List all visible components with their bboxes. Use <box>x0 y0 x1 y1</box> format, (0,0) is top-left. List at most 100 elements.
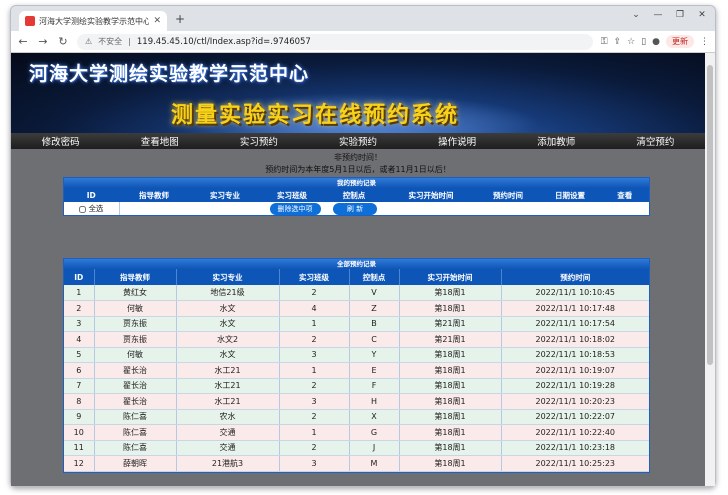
chevron-down-icon[interactable]: ⌄ <box>629 10 643 20</box>
table-cell: 交通 <box>176 440 280 456</box>
col-booking-time: 预约时间 <box>477 188 540 202</box>
col-booking-time: 预约时间 <box>560 272 591 282</box>
table-cell: E <box>349 362 400 379</box>
table-row: 1 黄红女 地信21级 2 V 第18周1 2022/11/1 10:10:45 <box>64 285 649 301</box>
table-cell: 9 <box>64 409 95 425</box>
nav-view-map[interactable]: 查看地图 <box>141 134 179 148</box>
col-start-time: 实习开始时间 <box>385 188 478 202</box>
back-icon[interactable]: ← <box>17 35 29 48</box>
table-cell: M <box>349 455 400 472</box>
sidebar-icon[interactable]: ▯ <box>641 37 646 47</box>
table-cell: 交通 <box>176 424 280 441</box>
page-scrollbar[interactable] <box>705 53 715 486</box>
table-cell: 2 <box>279 440 350 456</box>
table-cell: 翟长治 <box>94 362 177 379</box>
select-all-checkbox[interactable] <box>79 205 87 213</box>
table-cell: 贾东振 <box>94 316 177 332</box>
table-cell: 第21周1 <box>399 316 502 332</box>
forward-icon[interactable]: → <box>37 35 49 48</box>
table-cell: 21港航3 <box>176 455 280 472</box>
menu-icon[interactable]: ⋮ <box>700 37 709 47</box>
table-cell: 何敏 <box>94 300 177 317</box>
restore-icon[interactable]: ❐ <box>673 10 687 20</box>
update-button[interactable]: 更新 <box>666 35 694 48</box>
reload-icon[interactable]: ↻ <box>57 35 69 48</box>
close-window-icon[interactable]: ✕ <box>695 10 709 20</box>
refresh-button[interactable]: 刷 新 <box>332 202 378 215</box>
share-icon[interactable]: ⇪ <box>614 37 622 47</box>
table-cell: 2 <box>279 409 350 425</box>
table-cell: 第18周1 <box>399 300 502 317</box>
table-cell: 3 <box>64 316 95 332</box>
select-all-label: 全选 <box>88 204 104 213</box>
table-cell: V <box>349 285 400 301</box>
table-cell: 12 <box>64 455 95 472</box>
my-records-header: ID 指导教师 实习专业 实习班级 控制点 实习开始时间 预约时间 日期设置 查… <box>64 188 649 202</box>
col-id: ID <box>64 188 120 202</box>
col-teacher: 指导教师 <box>119 188 190 202</box>
col-class: 实习班级 <box>279 269 350 285</box>
address-bar[interactable]: ⚠ 不安全 | 119.45.45.10/ctl/Index.asp?id=.9… <box>77 33 593 50</box>
close-tab-icon[interactable]: ✕ <box>153 16 161 26</box>
table-cell: 第18周1 <box>399 455 502 472</box>
table-cell: 陈仁喜 <box>94 440 177 456</box>
nav-clear-bookings[interactable]: 清空预约 <box>636 134 674 148</box>
window-controls: ⌄ — ❐ ✕ <box>629 10 709 20</box>
all-records-header: ID 指导教师 实习专业 实习班级 控制点 实习开始时间 预约时间 <box>64 269 649 285</box>
table-cell: 2022/11/1 10:18:02 <box>501 331 649 348</box>
all-records-title: 全部预约记录 <box>64 259 649 269</box>
table-cell: 1 <box>279 424 350 441</box>
action-cell: 删除选中项 刷 新 <box>119 202 649 215</box>
site-favicon-icon <box>25 16 35 26</box>
table-cell: C <box>349 331 400 348</box>
browser-tab[interactable]: 河海大学测绘实验教学示范中心 ✕ <box>19 11 167 31</box>
scrollbar-thumb[interactable] <box>707 65 713 365</box>
key-icon[interactable]: ⚿ <box>601 37 608 47</box>
new-tab-icon[interactable]: + <box>173 13 187 27</box>
table-cell: 3 <box>279 393 350 410</box>
table-cell: H <box>349 393 400 410</box>
table-cell: 2 <box>279 331 350 348</box>
table-cell: 3 <box>279 455 350 472</box>
table-cell: 3 <box>279 347 350 363</box>
table-cell: 2022/11/1 10:17:48 <box>501 300 649 317</box>
address-toolbar: ← → ↻ ⚠ 不安全 | 119.45.45.10/ctl/Index.asp… <box>11 31 715 53</box>
table-cell: 第18周1 <box>399 285 502 301</box>
table-cell: 1 <box>279 362 350 379</box>
bookmark-star-icon[interactable]: ☆ <box>627 37 635 47</box>
table-cell: 1 <box>64 285 95 301</box>
nav-instructions[interactable]: 操作说明 <box>438 134 476 148</box>
table-cell: B <box>349 316 400 332</box>
col-date-setting: 日期设置 <box>539 188 602 202</box>
table-cell: 2 <box>279 285 350 301</box>
profile-avatar-icon[interactable]: ● <box>652 37 660 47</box>
table-cell: 第18周1 <box>399 362 502 379</box>
table-cell: 8 <box>64 393 95 410</box>
table-cell: 10 <box>64 424 95 441</box>
table-cell: 陈仁喜 <box>94 409 177 425</box>
nav-practice-booking[interactable]: 实习预约 <box>240 134 278 148</box>
table-cell: 第18周1 <box>399 347 502 363</box>
table-cell: 1 <box>279 316 350 332</box>
delete-selected-button[interactable]: 删除选中项 <box>269 202 321 215</box>
table-cell: 水工21 <box>176 362 280 379</box>
nav-change-password[interactable]: 修改密码 <box>42 134 80 148</box>
col-id: ID <box>64 269 95 285</box>
col-view: 查看 <box>601 188 649 202</box>
table-cell: 贾东振 <box>94 331 177 348</box>
table-cell: 第21周1 <box>399 331 502 348</box>
table-cell: 2022/11/1 10:18:53 <box>501 347 649 363</box>
table-cell: 6 <box>64 362 95 379</box>
table-row: 6 翟长治 水工21 1 E 第18周1 2022/11/1 10:19:07 <box>64 362 649 379</box>
nav-experiment-booking[interactable]: 实验预约 <box>339 134 377 148</box>
tab-bar: 河海大学测绘实验教学示范中心 ✕ + ⌄ — ❐ ✕ <box>11 6 715 31</box>
table-cell: 2022/11/1 10:23:18 <box>501 440 649 456</box>
my-records-table: ID 指导教师 实习专业 实习班级 控制点 实习开始时间 预约时间 日期设置 查… <box>64 188 649 215</box>
header-banner: 河海大学测绘实验教学示范中心 测量实验实习在线预约系统 <box>11 53 705 133</box>
my-records-actions-row: 全选 删除选中项 刷 新 <box>64 202 649 215</box>
nav-add-teacher[interactable]: 添加教师 <box>537 134 575 148</box>
table-cell: 何敏 <box>94 347 177 363</box>
table-cell: 4 <box>64 331 95 348</box>
minimize-icon[interactable]: — <box>651 10 665 20</box>
all-records-table: ID 指导教师 实习专业 实习班级 控制点 实习开始时间 预约时间 1 黄红女 地信… <box>64 269 649 472</box>
